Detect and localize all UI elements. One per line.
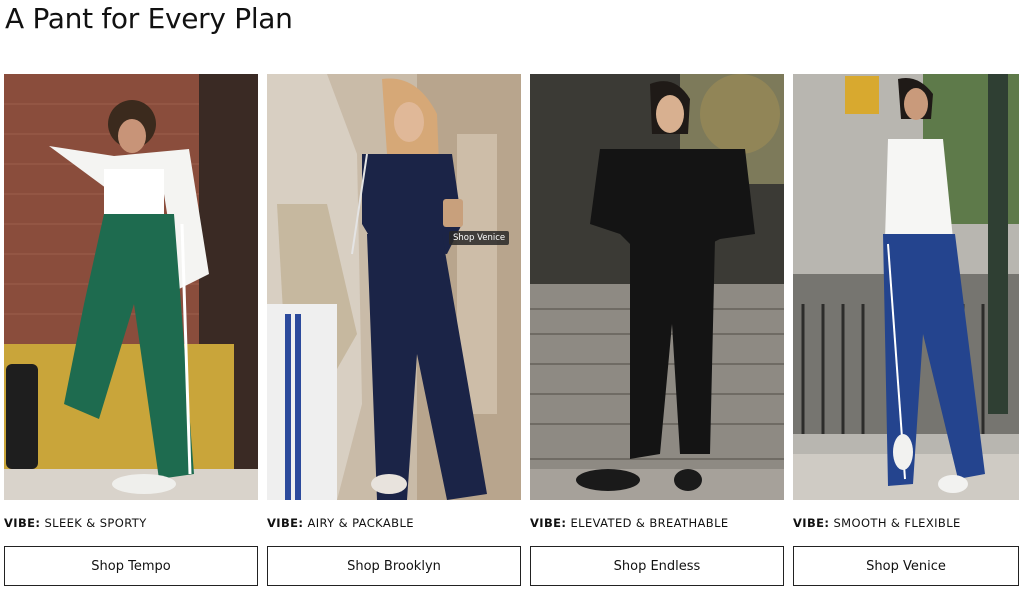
brooklyn-photo[interactable]: Shop Venice <box>267 74 521 500</box>
shop-tempo-button[interactable]: Shop Tempo <box>4 546 258 586</box>
shop-endless-button[interactable]: Shop Endless <box>530 546 784 586</box>
vibe-value: SLEEK & SPORTY <box>44 516 147 530</box>
product-card-venice: VIBE: SMOOTH & FLEXIBLE Shop Venice <box>793 74 1019 586</box>
vibe-key: VIBE: <box>793 516 830 530</box>
vibe-label: VIBE: SLEEK & SPORTY <box>4 516 258 530</box>
vibe-key: VIBE: <box>267 516 304 530</box>
tempo-photo[interactable] <box>4 74 258 500</box>
vibe-value: AIRY & PACKABLE <box>307 516 414 530</box>
shop-venice-button[interactable]: Shop Venice <box>793 546 1019 586</box>
endless-photo[interactable] <box>530 74 784 500</box>
vibe-key: VIBE: <box>4 516 41 530</box>
product-card-brooklyn: Shop Venice VIBE: AIRY & PACKABLE Shop B… <box>267 74 521 586</box>
shop-venice-tooltip: Shop Venice <box>449 231 510 245</box>
product-card-endless: VIBE: ELEVATED & BREATHABLE Shop Endless <box>530 74 784 586</box>
product-card-tempo: VIBE: SLEEK & SPORTY Shop Tempo <box>4 74 258 586</box>
shop-brooklyn-button[interactable]: Shop Brooklyn <box>267 546 521 586</box>
venice-photo[interactable] <box>793 74 1019 500</box>
vibe-value: SMOOTH & FLEXIBLE <box>833 516 961 530</box>
vibe-label: VIBE: ELEVATED & BREATHABLE <box>530 516 784 530</box>
vibe-label: VIBE: AIRY & PACKABLE <box>267 516 521 530</box>
vibe-value: ELEVATED & BREATHABLE <box>570 516 729 530</box>
page-title: A Pant for Every Plan <box>5 2 293 35</box>
vibe-label: VIBE: SMOOTH & FLEXIBLE <box>793 516 1019 530</box>
vibe-key: VIBE: <box>530 516 567 530</box>
